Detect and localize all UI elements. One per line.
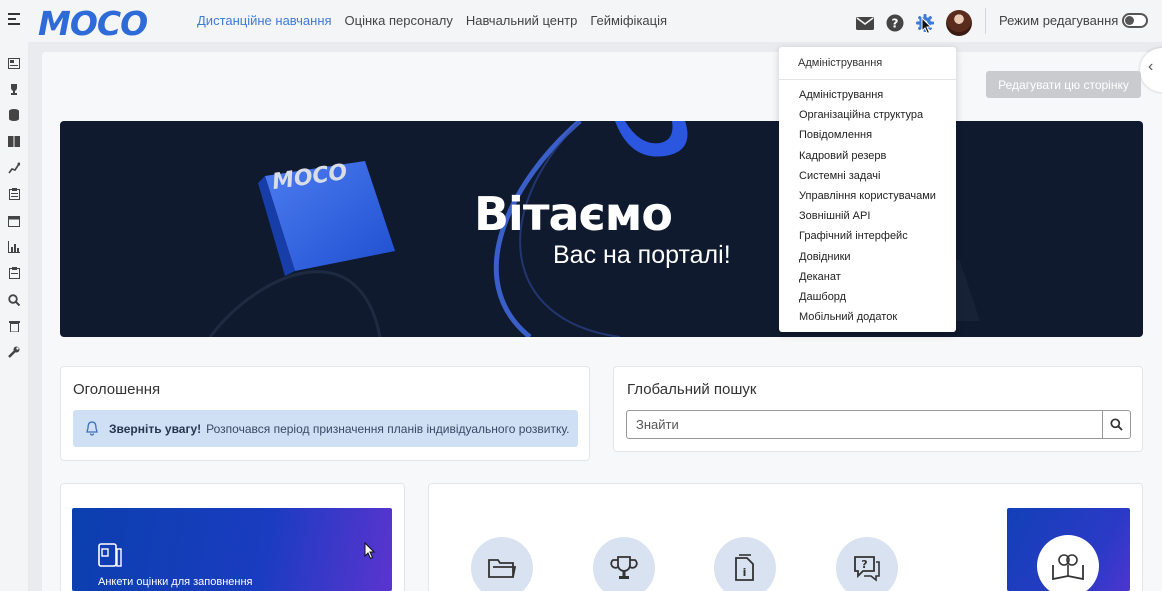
banner-title: Вітаємо [474, 187, 673, 241]
global-search-title: Глобальний пошук [627, 381, 757, 398]
mouse-cursor-icon [364, 542, 376, 560]
menu-item-user-management[interactable]: Управління користувачами [799, 189, 936, 209]
menu-item-dashboard[interactable]: Дашборд [799, 290, 936, 310]
wrench-icon[interactable] [8, 346, 20, 358]
edit-page-button[interactable]: Редагувати цю сторінку [986, 71, 1141, 98]
bar-chart-icon[interactable] [8, 241, 20, 253]
svg-text:i: i [743, 566, 747, 579]
menu-item-external-api[interactable]: Зовнішній API [799, 209, 936, 229]
nav-training-center[interactable]: Навчальний центр [466, 13, 578, 28]
global-search-input[interactable]: Знайти [626, 410, 1103, 439]
clipboard-list-icon[interactable] [8, 267, 20, 279]
welcome-banner: MOCO Вітаємо Вас на порталі! [60, 121, 1143, 337]
open-book-brain-icon [1052, 554, 1084, 581]
menu-item-administration[interactable]: Адміністрування [799, 88, 936, 108]
main-nav: Дистанційне навчання Оцінка персоналу На… [197, 13, 667, 28]
search-button[interactable] [1102, 410, 1131, 439]
clipboard-icon[interactable] [8, 188, 20, 200]
alert-message: Розпочався період призначення планів інд… [206, 421, 570, 436]
menu-item-directories[interactable]: Довідники [799, 250, 936, 270]
chevron-left-icon: ‹ [1148, 58, 1154, 75]
survey-tile[interactable]: Анкети оцінки для заповнення [72, 508, 392, 591]
survey-doc-icon [98, 543, 122, 574]
trash-icon[interactable] [8, 320, 20, 332]
folder-link-button[interactable] [471, 537, 533, 591]
hamburger-menu-icon[interactable] [8, 13, 20, 25]
menu-item-mobile-app[interactable]: Мобільний додаток [799, 310, 936, 330]
menu-item-org-structure[interactable]: Організаційна структура [799, 108, 936, 128]
moco-logo[interactable]: MOCO [38, 4, 148, 43]
trophy-icon[interactable] [8, 83, 20, 95]
announcements-title: Оголошення [73, 381, 161, 398]
faq-link-button[interactable]: ? [836, 537, 898, 591]
left-sidebar [0, 42, 28, 591]
alert-strong-text: Зверніть увагу! [109, 421, 202, 436]
banner-subtitle: Вас на порталі! [553, 241, 731, 269]
admin-menu-list: Адміністрування Організаційна структура … [799, 88, 936, 330]
header-actions: ? [856, 10, 972, 36]
nav-distance-learning[interactable]: Дистанційне навчання [197, 13, 332, 28]
admin-dropdown-menu: Адміністрування Адміністрування Організа… [779, 47, 956, 332]
question-chat-icon: ? [854, 556, 880, 582]
search-icon [1110, 418, 1123, 431]
nav-gamification[interactable]: Гейміфікація [590, 13, 667, 28]
achievements-link-button[interactable] [593, 537, 655, 591]
menu-item-graphic-interface[interactable]: Графічний інтерфейс [799, 229, 936, 249]
knowledge-circle [1037, 535, 1099, 591]
svg-text:?: ? [892, 17, 899, 31]
global-search-card: Глобальний пошук Знайти [613, 366, 1143, 452]
knowledge-tile[interactable] [1007, 508, 1130, 591]
menu-item-system-tasks[interactable]: Системні задачі [799, 169, 936, 189]
avatar[interactable] [946, 10, 972, 36]
announcements-card: Оголошення Зверніть увагу! Розпочався пе… [60, 366, 590, 461]
database-icon[interactable] [8, 109, 20, 121]
menu-item-deanery[interactable]: Деканат [799, 270, 936, 290]
bell-icon [85, 421, 99, 436]
menu-item-notifications[interactable]: Повідомлення [799, 128, 936, 148]
svg-text:?: ? [861, 558, 867, 571]
admin-menu-header: Адміністрування [798, 57, 883, 69]
help-icon[interactable]: ? [886, 14, 904, 32]
calendar-icon[interactable] [8, 215, 20, 227]
edit-mode-label: Режим редагування [999, 13, 1119, 28]
header-divider [985, 8, 986, 34]
chart-line-icon[interactable] [8, 162, 20, 174]
mouse-cursor-icon [921, 17, 933, 35]
top-navbar: MOCO Дистанційне навчання Оцінка персона… [0, 0, 1162, 43]
menu-item-talent-pool[interactable]: Кадровий резерв [799, 149, 936, 169]
mail-icon[interactable] [856, 14, 874, 32]
announcement-alert: Зверніть увагу! Розпочався період призна… [73, 410, 578, 447]
survey-tile-label: Анкети оцінки для заповнення [98, 576, 253, 588]
edit-mode-toggle[interactable] [1122, 13, 1148, 28]
document-info-icon: i [735, 554, 754, 581]
admin-menu-divider [779, 79, 956, 80]
book-icon[interactable] [8, 135, 20, 147]
documents-link-button[interactable]: i [714, 537, 776, 591]
search-icon[interactable] [8, 294, 20, 306]
news-icon[interactable] [8, 57, 20, 69]
trophy-icon [610, 556, 638, 579]
folder-icon [488, 559, 517, 578]
nav-staff-evaluation[interactable]: Оцінка персоналу [345, 13, 453, 28]
